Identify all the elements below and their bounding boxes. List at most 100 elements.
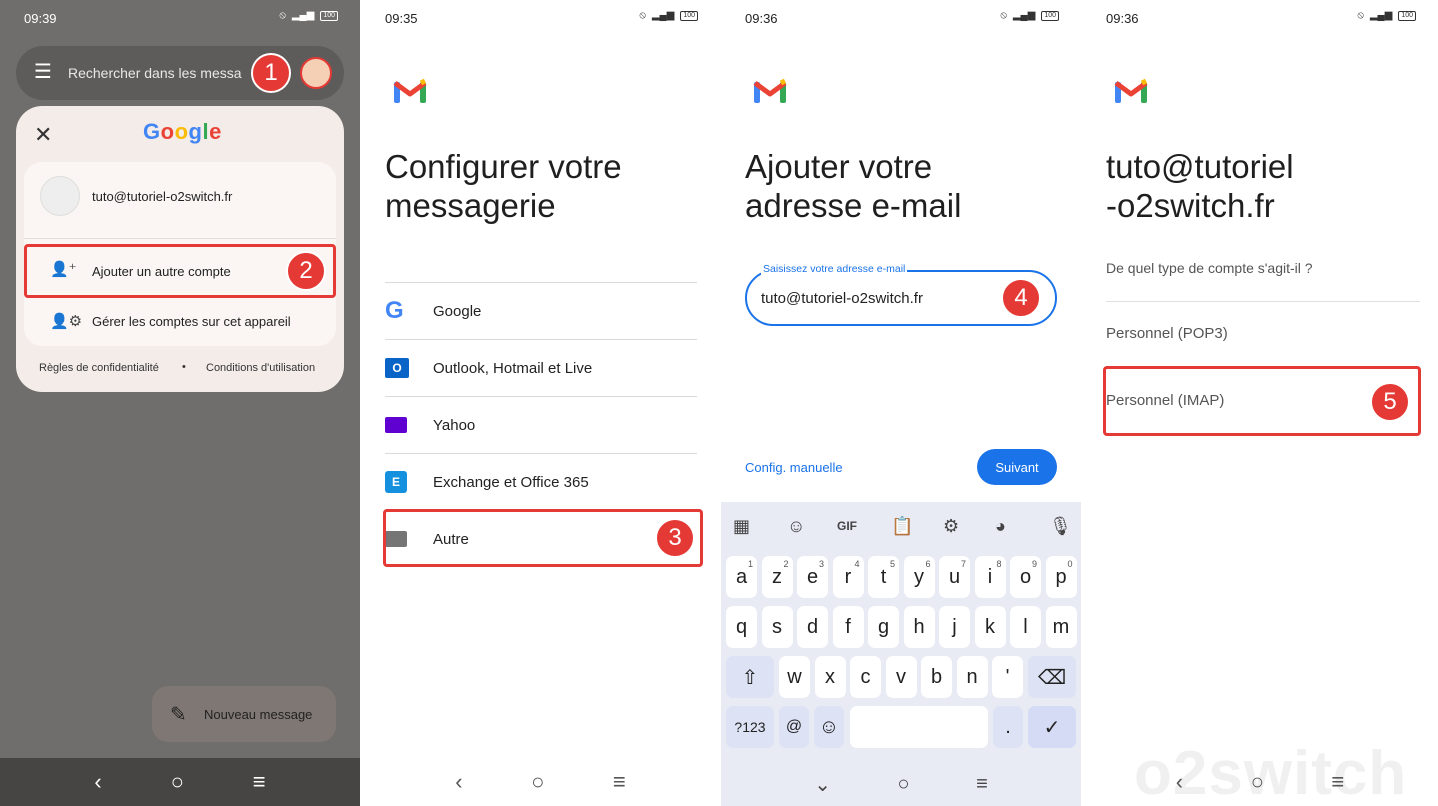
gif-icon[interactable]: GIF	[837, 519, 857, 533]
key-e[interactable]: e3	[797, 556, 828, 598]
next-button[interactable]: Suivant	[977, 449, 1057, 485]
manage-accounts-icon: 👤⚙	[50, 313, 83, 330]
footer-dot: •	[182, 361, 186, 373]
sticker-icon[interactable]: ☺	[787, 516, 805, 537]
key-l[interactable]: l	[1010, 606, 1041, 648]
status-icons: ⦸ ▂▄▆ 100	[639, 10, 698, 21]
key-p[interactable]: p0	[1045, 556, 1077, 598]
screenshot-collage: 09:39 ⦸ ▂▄▆ 100 ☰ Rechercher dans les me…	[0, 0, 1438, 806]
at-key[interactable]: @	[779, 706, 809, 748]
nfc-icon: ⦸	[1000, 10, 1007, 21]
battery-icon: 100	[320, 10, 338, 21]
key-v[interactable]: v	[885, 656, 917, 698]
manage-accounts-label: Gérer les comptes sur cet appareil	[92, 314, 291, 329]
status-time: 09:35	[385, 11, 418, 26]
page-title-line1: tuto@tutoriel	[1106, 148, 1294, 185]
option-pop3[interactable]: Personnel (POP3)	[1106, 325, 1228, 342]
key-y[interactable]: y6	[903, 556, 935, 598]
status-time: 09:36	[745, 11, 778, 26]
compose-button[interactable]: ✎ Nouveau message	[152, 686, 336, 742]
gmail-logo-icon	[1114, 78, 1148, 103]
menu-icon[interactable]: ☰	[34, 62, 52, 82]
page-title-line2: adresse e-mail	[745, 187, 962, 224]
home-icon[interactable]: ○	[1251, 769, 1264, 795]
status-icons: ⦸ ▂▄▆ 100	[279, 10, 338, 21]
provider-google[interactable]: G Google	[385, 282, 697, 339]
key-b[interactable]: b	[921, 656, 952, 698]
key-n[interactable]: n	[956, 656, 988, 698]
period-key[interactable]: .	[993, 706, 1023, 748]
battery-icon: 100	[680, 10, 698, 21]
recents-icon[interactable]: ≡	[253, 769, 266, 795]
manage-accounts-button[interactable]: 👤⚙ Gérer les comptes sur cet appareil	[24, 298, 336, 342]
home-icon[interactable]: ○	[171, 769, 184, 795]
recents-icon[interactable]: ≡	[1331, 769, 1344, 795]
key-c[interactable]: c	[850, 656, 881, 698]
home-icon[interactable]: ○	[531, 769, 544, 795]
key-q[interactable]: q	[726, 606, 757, 648]
exchange-icon: E	[385, 471, 407, 493]
mic-icon[interactable]: 🎙	[1049, 516, 1072, 537]
signal-icon: ▂▄▆	[1369, 10, 1393, 21]
close-icon[interactable]: ✕	[34, 122, 52, 148]
key-g[interactable]: g	[868, 606, 899, 648]
settings-icon[interactable]: ⚙	[943, 516, 959, 537]
key-f[interactable]: f	[832, 606, 864, 648]
status-icons: ⦸ ▂▄▆ 100	[1000, 10, 1059, 21]
key-i[interactable]: i8	[974, 556, 1006, 598]
battery-icon: 100	[1398, 10, 1416, 21]
page-title-line1: Ajouter votre	[745, 148, 933, 185]
provider-outlook[interactable]: O Outlook, Hotmail et Live	[385, 339, 697, 396]
search-bar[interactable]: ☰ Rechercher dans les messa	[16, 46, 344, 100]
key-j[interactable]: j	[939, 606, 970, 648]
key-k[interactable]: k	[974, 606, 1006, 648]
back-icon[interactable]: ‹	[94, 769, 101, 795]
key-s[interactable]: s	[761, 606, 793, 648]
next-button-label: Suivant	[995, 459, 1039, 475]
status-icons: ⦸ ▂▄▆ 100	[1357, 10, 1416, 21]
enter-key[interactable]: ✓	[1028, 706, 1076, 748]
account-type-question: De quel type de compte s'agit-il ?	[1106, 260, 1313, 276]
key-apostrophe[interactable]: '	[992, 656, 1023, 698]
page-title-line2: messagerie	[385, 187, 556, 224]
compose-label: Nouveau message	[204, 707, 313, 722]
clipboard-icon[interactable]: 📋	[891, 516, 913, 537]
account-email[interactable]: tuto@tutoriel-o2switch.fr	[92, 189, 232, 204]
keyboard-nav: ⌄ ○ ≡	[721, 764, 1081, 804]
apps-grid-icon[interactable]: ▦	[733, 516, 750, 537]
back-icon[interactable]: ‹	[455, 769, 462, 795]
home-icon[interactable]: ○	[897, 773, 909, 796]
key-t[interactable]: t5	[868, 556, 899, 598]
terms-link[interactable]: Conditions d'utilisation	[206, 362, 315, 374]
symbols-key[interactable]: ?123	[726, 706, 774, 748]
recents-icon[interactable]: ≡	[976, 773, 988, 796]
key-u[interactable]: u7	[939, 556, 970, 598]
emoji-key[interactable]: ☺	[814, 706, 844, 748]
key-m[interactable]: m	[1045, 606, 1077, 648]
key-z[interactable]: z2	[761, 556, 793, 598]
manual-config-link[interactable]: Config. manuelle	[745, 460, 843, 475]
backspace-key[interactable]: ⌫	[1028, 656, 1076, 698]
provider-exchange[interactable]: E Exchange et Office 365	[385, 453, 697, 510]
provider-yahoo[interactable]: Yahoo	[385, 396, 697, 453]
key-o[interactable]: o9	[1010, 556, 1041, 598]
system-nav-bar: ‹ ○ ≡	[361, 758, 720, 806]
recents-icon[interactable]: ≡	[613, 769, 626, 795]
key-r[interactable]: r4	[832, 556, 864, 598]
key-a[interactable]: a1	[726, 556, 757, 598]
palette-icon[interactable]: ◕	[995, 516, 1006, 537]
key-d[interactable]: d	[797, 606, 828, 648]
key-h[interactable]: h	[903, 606, 935, 648]
privacy-link[interactable]: Règles de confidentialité	[39, 362, 159, 374]
provider-label: Google	[433, 302, 482, 320]
battery-icon: 100	[1041, 10, 1059, 21]
shift-key[interactable]: ⇧	[726, 656, 774, 698]
hide-keyboard-icon[interactable]: ⌄	[814, 772, 831, 797]
avatar[interactable]	[300, 57, 332, 89]
space-key[interactable]	[850, 706, 988, 748]
back-icon[interactable]: ‹	[1176, 769, 1183, 795]
page-title-line1: Configurer votre	[385, 148, 622, 185]
key-w[interactable]: w	[779, 656, 810, 698]
key-x[interactable]: x	[814, 656, 846, 698]
signal-icon: ▂▄▆	[651, 10, 675, 21]
